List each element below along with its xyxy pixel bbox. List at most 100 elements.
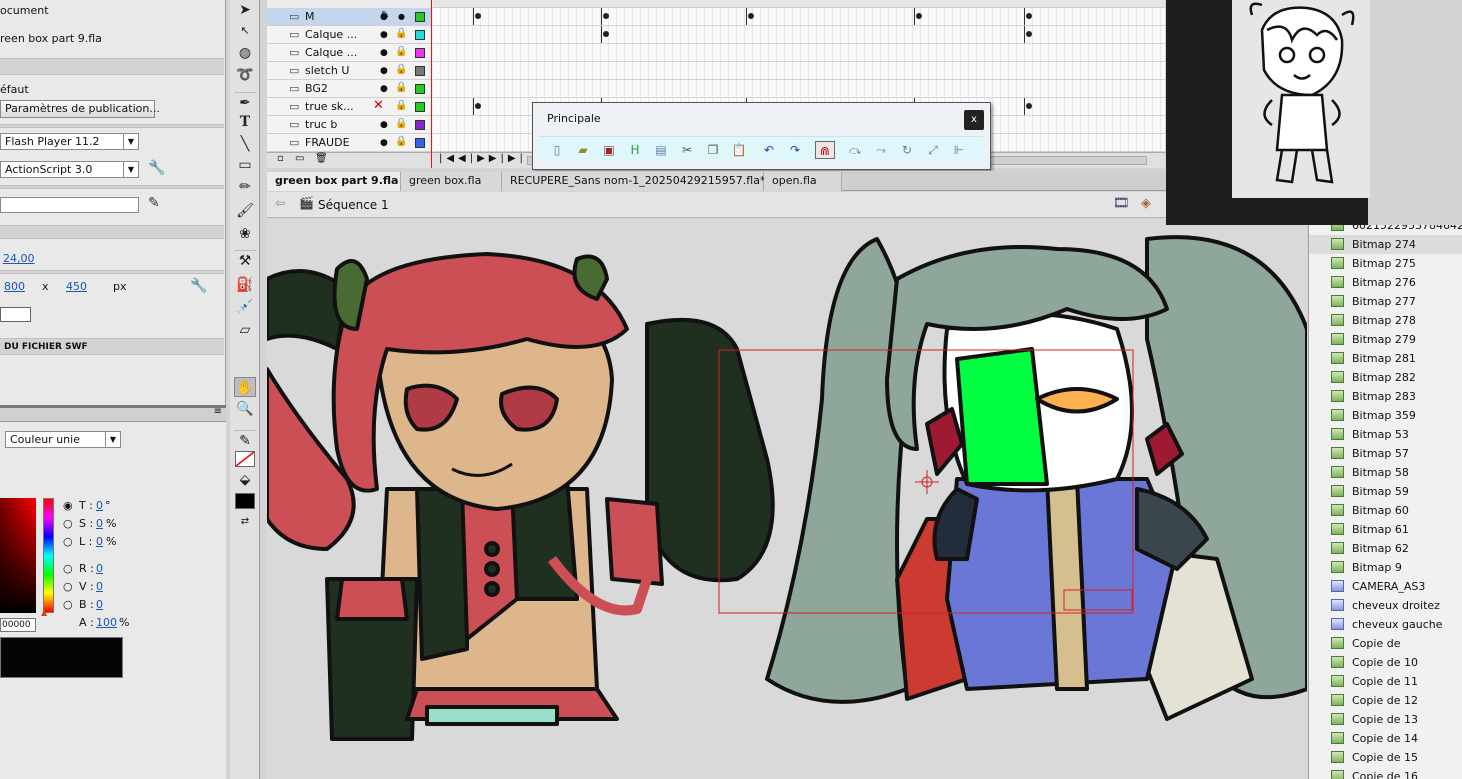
zoom-tool-icon[interactable]: 🔍	[234, 399, 256, 419]
playback-controls-icon[interactable]: |◀◀|▶▶|▶|	[439, 153, 527, 164]
cut-icon[interactable]: ✂	[677, 141, 697, 159]
redo-icon[interactable]: ↷	[785, 141, 805, 159]
v-value[interactable]: 0	[96, 580, 103, 593]
frame-row[interactable]	[433, 8, 1165, 26]
edit-symbol-icon[interactable]: ◈	[1141, 196, 1151, 211]
fill-color-swatch[interactable]	[235, 493, 255, 509]
tab-open[interactable]: open.fla	[764, 172, 842, 191]
library-item[interactable]: Copie de 16	[1309, 767, 1462, 779]
library-item[interactable]: Bitmap 58	[1309, 463, 1462, 482]
visibility-dot-icon[interactable]: ●	[380, 120, 388, 130]
library-item[interactable]: Bitmap 279	[1309, 330, 1462, 349]
tab-recupere[interactable]: RECUPERE_Sans nom-1_20250429215957.fla*	[502, 172, 765, 191]
lock-dot-icon[interactable]: ●	[398, 12, 405, 21]
bridge-icon[interactable]: ▣	[599, 141, 619, 159]
stroke-color-icon[interactable]: ✎	[234, 430, 256, 450]
visibility-dot-icon[interactable]: ●	[380, 138, 388, 148]
visibility-dot-icon[interactable]: ●	[380, 48, 388, 58]
tab-green-box[interactable]: green box.fla	[401, 172, 502, 191]
print-icon[interactable]: ▤	[651, 141, 671, 159]
a-value[interactable]: 100	[96, 616, 117, 629]
stage-color-swatch[interactable]	[0, 307, 31, 322]
library-item[interactable]: Bitmap 278	[1309, 311, 1462, 330]
library-item[interactable]: Copie de 11	[1309, 672, 1462, 691]
new-folder-icon[interactable]: ▭	[295, 153, 304, 164]
publish-settings-button[interactable]: Paramètres de publication...	[0, 100, 160, 118]
layer-outline-color-swatch[interactable]	[415, 120, 425, 130]
timeline-layer[interactable]: ▭ sletch U ● 🔒	[267, 62, 431, 80]
layer-outline-color-swatch[interactable]	[415, 12, 425, 22]
hex-input[interactable]: 00000	[0, 618, 36, 632]
save-icon[interactable]: H	[625, 141, 645, 159]
smooth-icon[interactable]: ⤼	[845, 141, 865, 159]
fill-type-select[interactable]: Couleur unie ▼	[5, 431, 121, 448]
timeline-layer[interactable]: ▭ Calque ... ● 🔒	[267, 26, 431, 44]
frame-row[interactable]	[433, 44, 1165, 62]
class-input[interactable]	[0, 197, 139, 213]
align-icon[interactable]: ⊩	[949, 141, 969, 159]
keyframe-dot[interactable]	[748, 13, 754, 19]
pencil-tool-icon[interactable]: ✏	[234, 177, 256, 197]
radio-l[interactable]: ○	[63, 535, 73, 548]
eraser-tool-icon[interactable]: ▱	[234, 320, 256, 340]
stroke-color-swatch[interactable]	[235, 451, 255, 467]
keyframe-dot[interactable]	[916, 13, 922, 19]
panel-menu-icon[interactable]: ≡	[214, 406, 222, 417]
frame-row[interactable]	[433, 62, 1165, 80]
color-picker-field[interactable]	[0, 498, 36, 613]
hue-slider[interactable]	[43, 498, 54, 613]
keyframe-dot[interactable]	[603, 13, 609, 19]
bone-tool-icon[interactable]: ⚒	[234, 250, 256, 270]
keyframe-dot[interactable]	[1026, 13, 1032, 19]
library-item[interactable]: Bitmap 283	[1309, 387, 1462, 406]
brush-tool-icon[interactable]: 🖌	[234, 201, 256, 221]
radio-r[interactable]: ○	[63, 562, 73, 575]
s-value[interactable]: 0	[96, 517, 103, 530]
library-item[interactable]: Bitmap 276	[1309, 273, 1462, 292]
library-item[interactable]: Copie de 10	[1309, 653, 1462, 672]
open-folder-icon[interactable]: ▰	[573, 141, 593, 159]
swf-section-header[interactable]: DU FICHIER SWF	[0, 338, 224, 355]
paint-bucket-tool-icon[interactable]: ⛽	[234, 275, 256, 295]
lock-icon[interactable]: 🔒	[395, 136, 407, 147]
pencil-icon[interactable]: ✎	[148, 195, 160, 211]
rotate-icon[interactable]: ↻	[897, 141, 917, 159]
copy-icon[interactable]: ❐	[703, 141, 723, 159]
selection-tool-icon[interactable]: ➤	[234, 0, 256, 20]
deco-tool-icon[interactable]: ❀	[234, 224, 256, 244]
tab-green-box-part-9[interactable]: green box part 9.fla	[267, 172, 401, 191]
l-value[interactable]: 0	[96, 535, 103, 548]
timeline-layer[interactable]: ▭ truc b ● 🔒	[267, 116, 431, 134]
library-item[interactable]: cheveux gauche	[1309, 615, 1462, 634]
timeline-layer[interactable]: ▭ FRAUDE ● 🔒	[267, 134, 431, 152]
edit-scene-icon[interactable]: 🎞	[1113, 196, 1130, 211]
height-value[interactable]: 450	[66, 280, 87, 293]
new-layer-icon[interactable]: ▫	[277, 153, 284, 164]
library-item[interactable]: Bitmap 359	[1309, 406, 1462, 425]
subselection-tool-icon[interactable]: ↖	[234, 21, 256, 41]
hand-tool-icon[interactable]: ✋	[234, 377, 256, 397]
layer-outline-color-swatch[interactable]	[415, 102, 425, 112]
timeline-layer[interactable]: ▭ true sk... ✕ 🔒	[267, 98, 431, 116]
visibility-dot-icon[interactable]: ●	[380, 84, 388, 94]
keyframe-dot[interactable]	[603, 31, 609, 37]
library-item[interactable]: Bitmap 61	[1309, 520, 1462, 539]
library-item[interactable]: Bitmap 59	[1309, 482, 1462, 501]
library-item[interactable]: Bitmap 282	[1309, 368, 1462, 387]
playhead[interactable]	[431, 0, 432, 168]
lock-icon[interactable]: 🔒	[395, 46, 407, 57]
layer-outline-color-swatch[interactable]	[415, 30, 425, 40]
delete-layer-icon[interactable]: 🗑	[315, 153, 328, 164]
frame-row[interactable]	[433, 80, 1165, 98]
rectangle-tool-icon[interactable]: ▭	[234, 155, 256, 175]
line-tool-icon[interactable]: ╲	[234, 134, 256, 154]
player-select[interactable]: Flash Player 11.2 ▼	[0, 133, 139, 150]
library-item[interactable]: cheveux droitez	[1309, 596, 1462, 615]
straighten-icon[interactable]: ⤳	[871, 141, 891, 159]
keyframe-dot[interactable]	[475, 103, 481, 109]
close-button[interactable]: x	[964, 110, 984, 130]
lock-icon[interactable]: 🔒	[395, 82, 407, 93]
r-value[interactable]: 0	[96, 562, 103, 575]
stage-canvas[interactable]	[267, 219, 1307, 779]
layer-outline-color-swatch[interactable]	[415, 48, 425, 58]
